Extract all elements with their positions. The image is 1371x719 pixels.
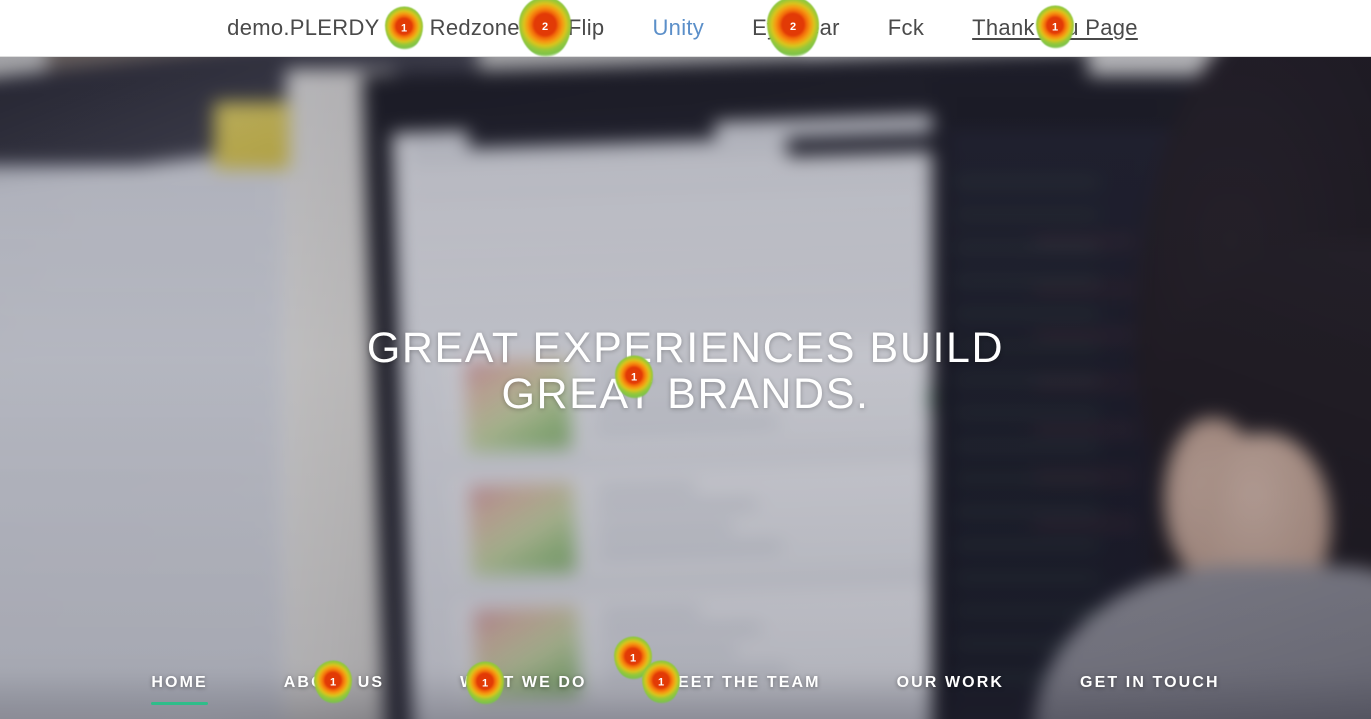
bottom-nav-item-4[interactable]: OUR WORK bbox=[859, 674, 1042, 705]
bottom-nav-active-underline bbox=[1080, 702, 1220, 705]
bottom-nav-item-5[interactable]: GET IN TOUCH bbox=[1042, 674, 1258, 705]
bottom-nav-item-3[interactable]: MEET THE TEAM bbox=[625, 674, 859, 705]
bottom-nav-item-label: MEET THE TEAM bbox=[662, 674, 821, 691]
bottom-nav-active-underline bbox=[897, 702, 1004, 705]
site-brand-link[interactable]: demo.PLERDY bbox=[227, 0, 405, 56]
top-nav-item-2[interactable]: Flip bbox=[544, 0, 629, 56]
bottom-nav-active-underline bbox=[460, 702, 586, 705]
bottom-nav-active-underline bbox=[284, 702, 384, 705]
top-nav-item-6[interactable]: Thank You Page bbox=[948, 0, 1162, 56]
top-nav-item-5[interactable]: Fck bbox=[864, 0, 948, 56]
hero-heading: GREAT EXPERIENCES BUILD GREAT BRANDS. bbox=[0, 325, 1371, 418]
top-nav-list: demo.PLERDY Redzone Flip Unity Eyewear Fck Tha… bbox=[209, 0, 1162, 56]
bottom-nav-item-1[interactable]: ABOUT US bbox=[246, 674, 422, 705]
top-nav-item-3[interactable]: Unity bbox=[628, 0, 728, 56]
top-nav-item-1[interactable]: Redzone bbox=[406, 0, 544, 56]
bottom-nav-active-underline bbox=[663, 702, 821, 705]
hero-section: GREAT EXPERIENCES BUILD GREAT BRANDS. HO… bbox=[0, 57, 1371, 719]
bottom-navigation-bar: HOME ABOUT US WHAT WE DO MEET THE TEAM OUR W… bbox=[0, 674, 1371, 705]
bottom-nav-item-label: OUR WORK bbox=[896, 674, 1005, 691]
hero-heading-line-2: GREAT BRANDS. bbox=[501, 370, 870, 419]
bottom-nav-item-label: WHAT WE DO bbox=[460, 674, 587, 691]
hero-heading-line-1: GREAT EXPERIENCES BUILD bbox=[366, 324, 1005, 372]
bottom-nav-active-underline bbox=[151, 702, 208, 705]
bottom-nav-item-label: ABOUT US bbox=[283, 674, 385, 691]
bottom-nav-item-0[interactable]: HOME bbox=[113, 674, 245, 705]
top-nav-item-4[interactable]: Eyewear bbox=[728, 0, 864, 56]
top-navigation-bar: demo.PLERDY Redzone Flip Unity Eyewear Fck Tha… bbox=[0, 0, 1371, 57]
bottom-nav-item-label: GET IN TOUCH bbox=[1080, 674, 1220, 691]
sticky-note bbox=[213, 102, 290, 170]
page-root: demo.PLERDY Redzone Flip Unity Eyewear Fck Tha… bbox=[0, 0, 1371, 719]
bottom-nav-item-label: HOME bbox=[151, 674, 208, 691]
bottom-nav-item-2[interactable]: WHAT WE DO bbox=[422, 674, 624, 705]
